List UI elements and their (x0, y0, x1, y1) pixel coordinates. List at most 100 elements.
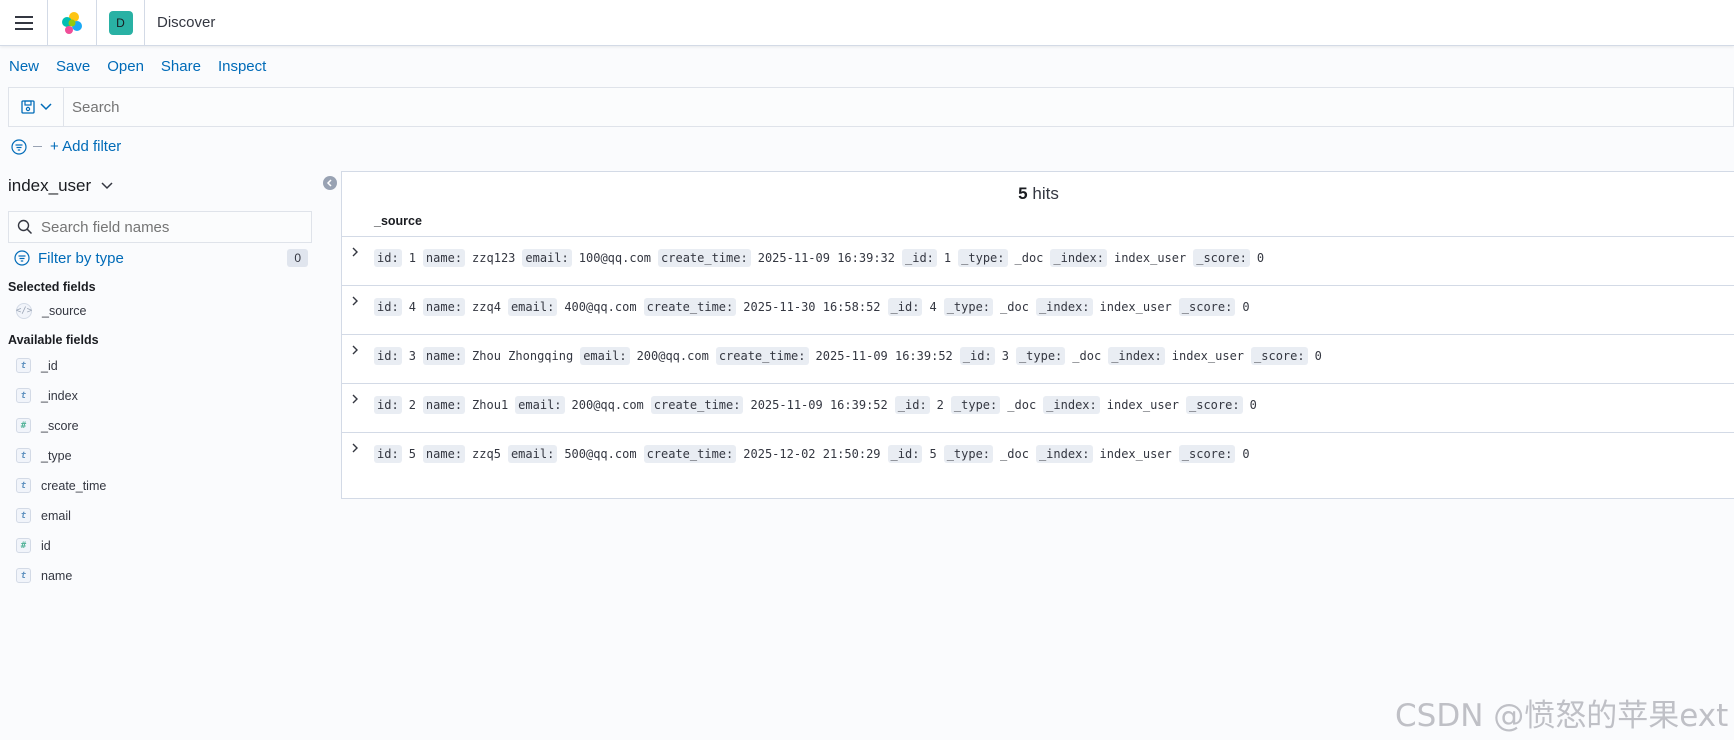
field-name: _index (41, 388, 78, 403)
index-pattern-label: index_user (8, 176, 92, 195)
expand-row-icon[interactable] (351, 246, 359, 258)
field-key: id: (374, 347, 402, 365)
field-key: create_time: (650, 396, 744, 414)
expand-row-icon[interactable] (351, 295, 359, 307)
inspect-button[interactable]: Inspect (218, 58, 266, 75)
field-item[interactable]: # id (16, 538, 51, 553)
field-key: email: (515, 396, 565, 414)
field-value: 2025-11-30 16:58:52 (743, 300, 881, 314)
field-key: email: (507, 298, 558, 316)
document-source: id: 2 name: Zhou1 email: 200@qq.com create_tim… (374, 396, 1264, 414)
field-key: id: (374, 298, 402, 316)
field-name: _type (41, 448, 72, 463)
field-key: id: (374, 249, 402, 267)
field-key: _score: (1186, 396, 1243, 414)
field-value: 5 (408, 447, 416, 461)
expand-row-icon[interactable] (351, 393, 359, 405)
field-value: 0 (1249, 398, 1257, 412)
elastic-logo-icon (62, 11, 82, 34)
field-value: index_user (1113, 251, 1187, 265)
field-key: _type: (950, 396, 1001, 414)
field-item-source[interactable]: </> _source (16, 303, 86, 319)
top-nav-menu: New Save Open Share Inspect (9, 58, 283, 75)
field-value: 2025-12-02 21:50:29 (743, 447, 881, 461)
string-type-icon: t (16, 568, 31, 583)
query-bar (8, 87, 1734, 127)
table-row[interactable]: id: 4 name: zzq4 email: 400@qq.com create_time… (342, 285, 1734, 334)
field-key: _score: (1178, 298, 1236, 316)
field-item[interactable]: t create_time (16, 478, 106, 493)
results-panel: 5 hits _source id: 1 name: zzq123 email: 100@… (341, 171, 1734, 499)
hits-counter: 5 hits (342, 184, 1734, 204)
field-value: 2025-11-09 16:39:52 (815, 349, 953, 363)
field-value: 2025-11-09 16:39:32 (757, 251, 895, 265)
field-value: 3 (408, 349, 416, 363)
field-item[interactable]: t _id (16, 358, 58, 373)
index-pattern-selector[interactable]: index_user (8, 176, 113, 196)
field-name: _id (41, 358, 58, 373)
search-input[interactable] (64, 88, 1733, 126)
field-key: _index: (1108, 347, 1165, 365)
field-value: 500@qq.com (564, 447, 637, 461)
filter-by-type-row[interactable]: Filter by type 0 (14, 249, 308, 267)
table-row[interactable]: id: 2 name: Zhou1 email: 200@qq.com create_tim… (342, 383, 1734, 432)
available-fields-title: Available fields (8, 333, 99, 347)
table-row[interactable]: id: 1 name: zzq123 email: 100@qq.com create_ti… (342, 236, 1734, 285)
field-key: _id: (887, 298, 923, 316)
watermark: CSDN @愤怒的苹果ext (1395, 698, 1729, 734)
expand-row-icon[interactable] (351, 442, 359, 454)
field-item[interactable]: t _type (16, 448, 72, 463)
add-filter-button[interactable]: + Add filter (50, 138, 121, 155)
field-item[interactable]: t name (16, 568, 72, 583)
new-button[interactable]: New (9, 58, 39, 75)
field-value: 1 (408, 251, 416, 265)
field-value: 0 (1242, 447, 1250, 461)
field-item[interactable]: # _score (16, 418, 79, 433)
field-key: _type: (943, 298, 994, 316)
menu-button[interactable] (0, 0, 48, 46)
field-value: 400@qq.com (564, 300, 637, 314)
field-value: 4 (929, 300, 937, 314)
expand-row-icon[interactable] (351, 344, 359, 356)
field-key: _id: (959, 347, 995, 365)
field-key: create_time: (643, 298, 737, 316)
table-row[interactable]: id: 5 name: zzq5 email: 500@qq.com create_time… (342, 432, 1734, 481)
field-key: email: (580, 347, 630, 365)
document-source: id: 4 name: zzq4 email: 400@qq.com create_time… (374, 298, 1257, 316)
saved-query-button[interactable] (9, 88, 64, 126)
field-value: 200@qq.com (636, 349, 709, 363)
field-key: _index: (1043, 396, 1100, 414)
open-button[interactable]: Open (107, 58, 144, 75)
string-type-icon: t (16, 448, 31, 463)
field-search-input[interactable] (41, 218, 301, 236)
collapse-sidebar-button[interactable] (323, 176, 337, 190)
field-key: _type: (943, 445, 994, 463)
string-type-icon: t (16, 478, 31, 493)
field-value: 5 (929, 447, 937, 461)
field-key: name: (422, 298, 466, 316)
filter-by-type-label[interactable]: Filter by type (38, 250, 124, 267)
string-type-icon: t (16, 388, 31, 403)
field-item[interactable]: t _index (16, 388, 78, 403)
field-key: _index: (1035, 298, 1093, 316)
home-logo-button[interactable] (48, 0, 97, 46)
field-key: name: (422, 347, 466, 365)
field-name: email (41, 508, 71, 523)
number-type-icon: # (16, 418, 31, 433)
field-value: index_user (1099, 447, 1172, 461)
space-selector[interactable]: D (97, 0, 145, 46)
column-header-source[interactable]: _source (374, 214, 422, 228)
table-row[interactable]: id: 3 name: Zhou Zhongqing email: 200@qq.com c… (342, 334, 1734, 383)
document-source: id: 5 name: zzq5 email: 500@qq.com create_time… (374, 445, 1257, 463)
field-key: _index: (1035, 445, 1093, 463)
field-key: create_time: (715, 347, 809, 365)
source-type-icon: </> (16, 303, 32, 319)
field-item[interactable]: t email (16, 508, 71, 523)
filter-icon[interactable] (11, 138, 27, 155)
field-key: _score: (1193, 249, 1250, 267)
save-button[interactable]: Save (56, 58, 90, 75)
filter-bar: + Add filter (11, 138, 121, 155)
field-value: _doc (1014, 251, 1044, 265)
share-button[interactable]: Share (161, 58, 201, 75)
saved-query-icon (20, 100, 35, 114)
